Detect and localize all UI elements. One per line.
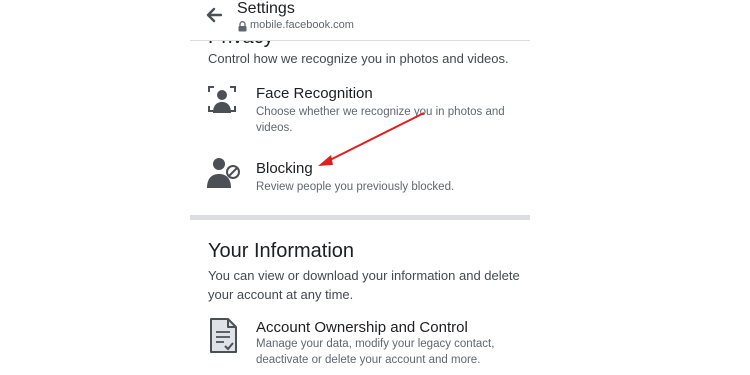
blocking-icon xyxy=(205,153,240,188)
blocking-title: Blocking xyxy=(256,160,313,177)
face-recognition-title: Face Recognition xyxy=(256,85,373,102)
page-url: mobile.facebook.com xyxy=(250,19,354,31)
your-information-title: Your Information xyxy=(208,240,355,262)
back-arrow-icon[interactable] xyxy=(206,6,223,24)
section-divider xyxy=(190,215,530,220)
blocking-item[interactable]: Blocking Review people you previously bl… xyxy=(205,153,525,197)
page-title: Settings xyxy=(237,0,295,17)
document-icon xyxy=(208,317,240,355)
blocking-description: Review people you previously blocked. xyxy=(256,181,455,193)
face-recognition-description: Choose whether we recognize you in photo… xyxy=(256,106,505,134)
header-divider xyxy=(190,40,530,41)
lock-icon xyxy=(238,19,247,32)
privacy-section-description: Control how we recognize you in photos a… xyxy=(208,51,509,66)
your-information-description: You can view or download your informatio… xyxy=(208,268,520,302)
account-ownership-description: Manage your data, modify your legacy con… xyxy=(256,338,495,366)
account-ownership-title: Account Ownership and Control xyxy=(256,319,468,336)
account-ownership-item[interactable]: Account Ownership and Control Manage you… xyxy=(205,317,525,373)
face-recognition-icon xyxy=(205,82,239,116)
face-recognition-item[interactable]: Face Recognition Choose whether we recog… xyxy=(205,82,525,138)
